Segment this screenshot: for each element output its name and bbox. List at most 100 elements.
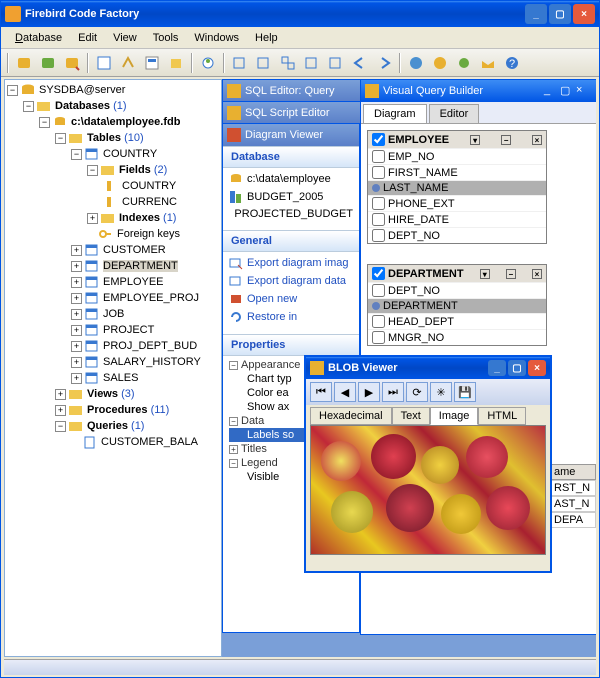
toolbar-button[interactable] (61, 52, 83, 74)
diagram-table-item[interactable]: BUDGET_2005 (225, 188, 357, 206)
field-row[interactable]: FIRST_NAME (368, 164, 546, 180)
blob-last[interactable]: ⏭ (382, 382, 404, 402)
tab-hex[interactable]: Hexadecimal (310, 407, 392, 425)
table-close[interactable]: × (532, 135, 542, 145)
toolbar-button[interactable] (253, 52, 275, 74)
tree-fields[interactable]: −Fields (2) (7, 162, 219, 178)
toolbar-button[interactable] (349, 52, 371, 74)
table-min[interactable]: − (501, 135, 511, 145)
vqb-title[interactable]: Visual Query Builder _ ▢ × (361, 80, 596, 102)
tree-dbfile[interactable]: −c:\data\employee.fdb (7, 114, 219, 130)
menu-help[interactable]: Help (247, 30, 286, 46)
blob-save[interactable]: 💾 (454, 382, 476, 402)
tree-databases[interactable]: −Databases (1) (7, 98, 219, 114)
field-row-selected[interactable]: DEPARTMENT (368, 298, 546, 313)
tree-fkeys[interactable]: Foreign keys (7, 226, 219, 242)
tree-table-department[interactable]: +DEPARTMENT (7, 258, 219, 274)
vqb-close[interactable]: × (576, 84, 592, 98)
close-button[interactable]: × (573, 4, 595, 24)
open-new-link[interactable]: Open new (225, 290, 357, 308)
tree-table[interactable]: +EMPLOYEE (7, 274, 219, 290)
blob-min[interactable]: _ (488, 360, 506, 376)
blob-max[interactable]: ▢ (508, 360, 526, 376)
toolbar-button[interactable] (229, 52, 251, 74)
toolbar-button[interactable]: ? (501, 52, 523, 74)
toolbar-button[interactable] (37, 52, 59, 74)
tree-queries[interactable]: −Queries (1) (7, 418, 219, 434)
blob-viewer-window[interactable]: BLOB Viewer _ ▢ × ⏮ ◀ ▶ ⏭ ⟳ ✳ 💾 Hexadeci… (304, 355, 552, 573)
toolbar-button[interactable] (165, 52, 187, 74)
diagram-viewer-title[interactable]: Diagram Viewer (223, 124, 359, 146)
toolbar-button[interactable] (197, 52, 219, 74)
tree-tables[interactable]: −Tables (10) (7, 130, 219, 146)
menu-database[interactable]: DDatabaseatabase (7, 30, 70, 46)
tree-procedures[interactable]: +Procedures (11) (7, 402, 219, 418)
toolbar-button[interactable] (373, 52, 395, 74)
tree-table[interactable]: +SALES (7, 370, 219, 386)
sql-script-title[interactable]: SQL Script Editor (223, 102, 361, 124)
tree-query[interactable]: CUSTOMER_BALA (7, 434, 219, 450)
diagram-db-item[interactable]: c:\data\employee (225, 170, 357, 188)
field-row[interactable]: EMP_NO (368, 148, 546, 164)
field-row-selected[interactable]: LAST_NAME (368, 180, 546, 195)
vqb-max[interactable]: ▢ (560, 84, 576, 98)
menu-tools[interactable]: Tools (145, 30, 187, 46)
minimize-button[interactable]: _ (525, 4, 547, 24)
diagram-table-item[interactable]: PROJECTED_BUDGET (225, 206, 357, 222)
tab-diagram[interactable]: Diagram (363, 104, 427, 123)
tree-table[interactable]: +JOB (7, 306, 219, 322)
menu-windows[interactable]: Windows (186, 30, 247, 46)
blob-close[interactable]: × (528, 360, 546, 376)
blob-titlebar[interactable]: BLOB Viewer _ ▢ × (306, 357, 550, 379)
blob-refresh[interactable]: ⟳ (406, 382, 428, 402)
maximize-button[interactable]: ▢ (549, 4, 571, 24)
field-row[interactable]: MNGR_NO (368, 329, 546, 345)
toolbar-button[interactable] (325, 52, 347, 74)
menu-edit[interactable]: Edit (70, 30, 105, 46)
table-check[interactable] (372, 267, 385, 280)
tab-editor[interactable]: Editor (429, 104, 480, 123)
blob-prev[interactable]: ◀ (334, 382, 356, 402)
toolbar-button[interactable] (117, 52, 139, 74)
toolbar-button[interactable] (453, 52, 475, 74)
menu-view[interactable]: View (105, 30, 145, 46)
table-department[interactable]: DEPARTMENT▾−× DEPT_NO DEPARTMENT HEAD_DE… (367, 264, 547, 346)
field-row[interactable]: HIRE_DATE (368, 211, 546, 227)
toolbar-button[interactable] (429, 52, 451, 74)
toolbar-button[interactable] (405, 52, 427, 74)
sql-editor-title[interactable]: SQL Editor: Query (223, 80, 361, 102)
tree-views[interactable]: +Views (3) (7, 386, 219, 402)
tree-table-country[interactable]: −COUNTRY (7, 146, 219, 162)
table-close[interactable]: × (532, 269, 542, 279)
table-dropdown[interactable]: ▾ (480, 269, 490, 279)
field-row[interactable]: DEPT_NO (368, 227, 546, 243)
tree-root[interactable]: −SYSDBA@server (7, 82, 219, 98)
blob-star[interactable]: ✳ (430, 382, 452, 402)
blob-first[interactable]: ⏮ (310, 382, 332, 402)
toolbar-button[interactable] (141, 52, 163, 74)
toolbar-button[interactable] (13, 52, 35, 74)
tab-image[interactable]: Image (430, 407, 479, 425)
export-image-link[interactable]: Export diagram imag (225, 254, 357, 272)
tree-table[interactable]: +PROJ_DEPT_BUD (7, 338, 219, 354)
table-check[interactable] (372, 133, 385, 146)
tree-field[interactable]: COUNTRY (7, 178, 219, 194)
tab-html[interactable]: HTML (478, 407, 526, 425)
tree-table[interactable]: +EMPLOYEE_PROJ (7, 290, 219, 306)
field-row[interactable]: DEPT_NO (368, 282, 546, 298)
toolbar-button[interactable] (301, 52, 323, 74)
table-dropdown[interactable]: ▾ (470, 135, 480, 145)
table-employee[interactable]: EMPLOYEE▾−× EMP_NO FIRST_NAME LAST_NAME … (367, 130, 547, 244)
tree-table[interactable]: +SALARY_HISTORY (7, 354, 219, 370)
field-row[interactable]: PHONE_EXT (368, 195, 546, 211)
tab-text[interactable]: Text (392, 407, 430, 425)
tree-table[interactable]: +PROJECT (7, 322, 219, 338)
field-row[interactable]: HEAD_DEPT (368, 313, 546, 329)
restore-link[interactable]: Restore in (225, 308, 357, 326)
toolbar-button[interactable] (93, 52, 115, 74)
export-data-link[interactable]: Export diagram data (225, 272, 357, 290)
blob-next[interactable]: ▶ (358, 382, 380, 402)
toolbar-button[interactable] (477, 52, 499, 74)
toolbar-button[interactable] (277, 52, 299, 74)
tree-table[interactable]: +CUSTOMER (7, 242, 219, 258)
